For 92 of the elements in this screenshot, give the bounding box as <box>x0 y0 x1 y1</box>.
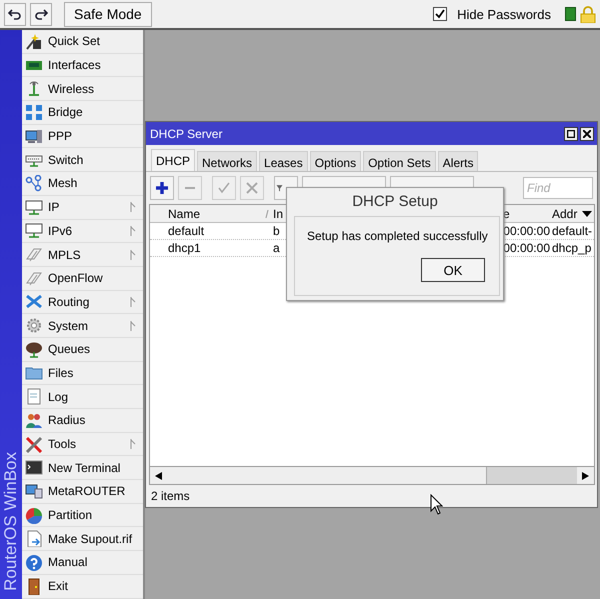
wand-icon <box>25 32 43 50</box>
horizontal-scrollbar[interactable] <box>150 466 594 484</box>
terminal-icon <box>25 459 43 476</box>
menu-item[interactable]: Exit <box>22 574 143 598</box>
find-field[interactable]: Find <box>523 177 593 199</box>
maximize-icon <box>567 130 575 138</box>
tab[interactable]: Option Sets <box>363 151 436 171</box>
submenu-arrow-icon <box>130 250 136 260</box>
menu-item[interactable]: MetaROUTER <box>22 480 143 504</box>
tree-icon <box>25 340 43 358</box>
menu-item[interactable]: Files <box>22 362 143 386</box>
menu-item[interactable]: Log <box>22 385 143 409</box>
menu-item[interactable]: PPP <box>22 124 143 148</box>
undo-icon <box>8 8 22 20</box>
enable-icon <box>217 181 231 195</box>
close-button[interactable] <box>580 126 594 140</box>
gear-icon <box>25 317 43 334</box>
window-title: DHCP Server <box>150 126 224 140</box>
tab[interactable]: Networks <box>197 151 258 171</box>
menu-item[interactable]: Make Supout.rif <box>22 527 143 552</box>
menu-item[interactable]: Tools <box>22 432 143 456</box>
table-cell-text: default <box>167 224 206 238</box>
brand-label: RouterOS WinBox <box>1 452 21 591</box>
document-icon <box>25 530 43 548</box>
tab[interactable]: Leases <box>259 151 308 171</box>
add-icon <box>155 181 169 195</box>
menu-item[interactable]: OpenFlow <box>22 266 143 291</box>
hide-passwords-label: Hide Passwords <box>457 6 551 22</box>
menu-item[interactable]: Quick Set <box>22 30 143 54</box>
undo-button[interactable] <box>4 2 26 26</box>
mouse-cursor-icon <box>430 494 443 515</box>
pie-chart-icon <box>25 506 43 524</box>
submenu-arrow-icon <box>130 320 136 331</box>
submenu-arrow-icon <box>130 226 136 236</box>
dropdown-arrow-icon[interactable] <box>582 210 592 216</box>
tools-icon <box>25 436 43 453</box>
table-cell-text: b <box>272 224 281 238</box>
menu-item[interactable]: Partition <box>22 504 143 528</box>
menu-item[interactable]: Radius <box>22 409 143 433</box>
computer-icon <box>25 128 43 145</box>
status-bar-text: 2 items <box>150 488 191 505</box>
menu-item[interactable]: Manual <box>22 551 143 575</box>
redo-button[interactable] <box>30 2 52 26</box>
submenu-arrow-icon <box>130 296 136 307</box>
dialog-title: DHCP Setup <box>351 192 439 212</box>
menu-item[interactable]: Switch <box>22 148 143 172</box>
menu-item[interactable]: Routing <box>22 290 143 314</box>
monitor-icon <box>25 198 43 216</box>
submenu-arrow-icon <box>130 439 136 450</box>
menu-item[interactable]: IP <box>22 196 143 220</box>
menu-item[interactable]: New Terminal <box>22 456 143 480</box>
table-cell-text: default- <box>551 224 594 238</box>
computer-icon <box>25 482 43 500</box>
safe-mode-button[interactable]: Safe Mode <box>64 2 152 26</box>
close-icon <box>583 130 591 138</box>
table-cell: 00:00:00 <box>502 241 550 255</box>
column-header[interactable]: Name <box>165 206 263 220</box>
tab[interactable]: DHCP <box>151 149 196 171</box>
monitor-icon <box>25 222 43 240</box>
tab[interactable]: Options <box>310 151 362 171</box>
crossed-arrows-icon <box>25 293 43 310</box>
table-cell-text: a <box>272 241 281 255</box>
table-cell-text: dhcp_p <box>551 241 592 255</box>
submenu-arrow-icon <box>130 202 136 212</box>
table-cell-text: dhcp1 <box>167 241 202 255</box>
status-indicator-icon <box>565 7 576 21</box>
menu-item[interactable]: IPv6 <box>22 220 143 244</box>
add-button[interactable] <box>150 176 174 200</box>
nodes-icon <box>25 174 43 192</box>
tab[interactable]: Alerts <box>438 151 478 171</box>
scroll-right-icon[interactable] <box>582 472 589 480</box>
redo-icon <box>34 8 48 20</box>
arrows-icon <box>25 104 43 121</box>
table-cell: 00:00:00 <box>502 224 550 238</box>
menu-item[interactable]: Interfaces <box>22 54 143 78</box>
filter-icon <box>276 184 283 192</box>
hide-passwords-checkbox[interactable] <box>433 7 448 21</box>
column-header[interactable]: Addr <box>550 206 580 220</box>
menu-item[interactable]: Wireless <box>22 77 143 102</box>
lock-icon <box>580 6 596 22</box>
maximize-button[interactable] <box>564 126 578 140</box>
menu-item[interactable]: Queues <box>22 338 143 362</box>
scroll-left-icon[interactable] <box>155 472 162 480</box>
disable-icon <box>245 181 259 195</box>
menu-item[interactable]: Bridge <box>22 101 143 125</box>
menu-item[interactable]: System <box>22 314 143 338</box>
menu-item[interactable]: MPLS <box>22 243 143 267</box>
menu-item[interactable]: Mesh <box>22 172 143 196</box>
document-icon <box>25 388 43 406</box>
help-icon <box>25 554 43 571</box>
people-icon <box>25 412 43 429</box>
ok-button[interactable]: OK <box>421 258 485 282</box>
